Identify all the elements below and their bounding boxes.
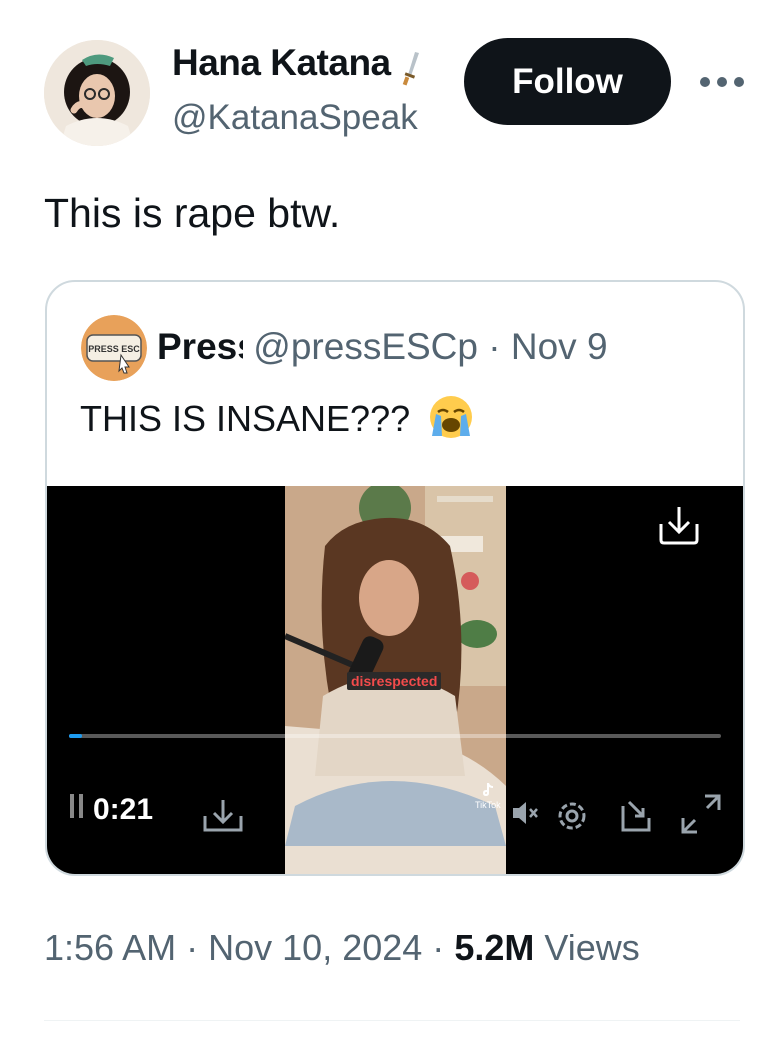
video-player[interactable]: disrespected TikTok 0:21 xyxy=(47,486,743,874)
video-frame: disrespected TikTok xyxy=(285,486,506,874)
pause-icon[interactable] xyxy=(69,792,85,828)
video-progress-bar[interactable] xyxy=(69,734,721,738)
settings-icon[interactable] xyxy=(554,798,590,839)
video-progress-fill xyxy=(69,734,83,738)
loudly-crying-face-icon xyxy=(426,394,476,449)
mute-icon[interactable] xyxy=(510,798,540,833)
more-options-icon[interactable] xyxy=(694,62,750,102)
inline-download-icon[interactable] xyxy=(202,798,244,839)
tweet-time[interactable]: 1:56 AM xyxy=(44,927,176,968)
video-caption: disrespected xyxy=(347,672,442,690)
quoted-avatar-label: PRESS ESC xyxy=(88,344,140,354)
author-display-name[interactable]: Hana Katana xyxy=(172,42,391,83)
tweet-meta: 1:56 AM · Nov 10, 2024 · 5.2M Views xyxy=(44,927,640,969)
download-video-button[interactable] xyxy=(657,504,701,551)
meta-separator-2: · xyxy=(432,927,445,968)
minimize-icon[interactable] xyxy=(619,798,659,839)
tiktok-label: TikTok xyxy=(475,800,501,810)
quoted-text-row: THIS IS INSANE??? xyxy=(80,394,476,449)
author-name-row[interactable]: Hana Katana xyxy=(172,42,447,90)
author-avatar[interactable] xyxy=(44,40,150,146)
tiktok-watermark: TikTok xyxy=(475,782,501,810)
fullscreen-icon[interactable] xyxy=(679,792,723,841)
quoted-text: THIS IS INSANE??? xyxy=(80,398,411,440)
tiktok-icon xyxy=(482,783,493,796)
divider xyxy=(44,1020,740,1021)
quoted-avatar[interactable]: PRESS ESC xyxy=(81,315,147,381)
meta-separator-1: · xyxy=(186,927,199,968)
download-icon xyxy=(659,507,699,545)
quoted-display-name[interactable]: Press ESC xyxy=(157,326,243,368)
sword-emoji-icon xyxy=(401,50,423,90)
views-count: 5.2M xyxy=(454,927,535,968)
quoted-date[interactable]: Nov 9 xyxy=(511,326,608,367)
tweet-text: This is rape btw. xyxy=(44,190,341,236)
video-time-badge: 0:21 xyxy=(69,792,153,828)
author-handle[interactable]: @KatanaSpeak xyxy=(172,98,444,138)
video-duration: 0:21 xyxy=(93,793,154,826)
follow-button[interactable]: Follow xyxy=(464,38,671,125)
quoted-handle[interactable]: @pressESCp xyxy=(253,326,478,367)
tweet-date[interactable]: Nov 10, 2024 xyxy=(208,927,422,968)
views-label: Views xyxy=(544,927,640,968)
quoted-tweet-card[interactable]: PRESS ESC Press ESC @pressESCp · Nov 9 T… xyxy=(45,280,745,876)
quoted-separator: · xyxy=(488,326,501,367)
quoted-header: Press ESC @pressESCp · Nov 9 xyxy=(157,326,608,368)
